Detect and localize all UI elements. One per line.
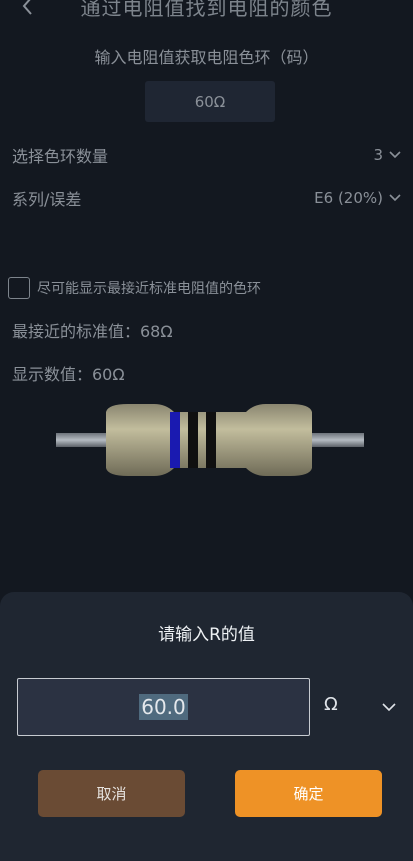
series-row[interactable]: 系列/误差 E6 (20%) [12,183,402,213]
closest-standard-option[interactable]: 尽可能显示最接近标准电阻值的色环 [8,275,261,301]
resistor-band [170,412,180,468]
unit-select-value[interactable]: Ω [324,694,338,715]
nearest-standard-value: 最接近的标准值：68Ω [12,322,173,341]
resistance-value-text: 60Ω [194,92,226,111]
chevron-down-icon[interactable] [381,702,397,712]
resistor-band [188,412,198,468]
display-value: 显示数值：60Ω [12,365,125,384]
cancel-button[interactable]: 取消 [38,770,185,817]
subtitle: 输入电阻值获取电阻色环（码） [94,48,319,67]
dialog-title: 请输入R的值 [158,625,255,645]
series-label: 系列/误差 [12,190,82,209]
band-count-select[interactable]: 3 [373,146,402,164]
chevron-down-icon [389,151,401,159]
resistor-band [206,412,216,468]
header: 通过电阻值找到电阻的颜色 [0,0,413,26]
band-count-label: 选择色环数量 [12,147,109,166]
resistance-value-field[interactable]: 60Ω [145,81,275,122]
band-count-value: 3 [373,146,383,164]
band-count-row[interactable]: 选择色环数量 3 [12,140,402,170]
input-dialog: 请输入R的值 60.0 Ω 取消 确定 [0,592,413,861]
series-value: E6 (20%) [314,189,383,207]
confirm-button[interactable]: 确定 [235,770,382,817]
closest-standard-label: 尽可能显示最接近标准电阻值的色环 [37,281,261,297]
series-select[interactable]: E6 (20%) [314,189,402,207]
resistor-illustration [56,404,364,476]
resistance-input-value[interactable]: 60.0 [139,694,188,720]
page-title: 通过电阻值找到电阻的颜色 [80,0,333,20]
chevron-down-icon [389,194,401,202]
resistance-input[interactable]: 60.0 [17,678,310,736]
closest-standard-checkbox[interactable] [8,277,30,299]
back-icon[interactable] [18,0,38,18]
